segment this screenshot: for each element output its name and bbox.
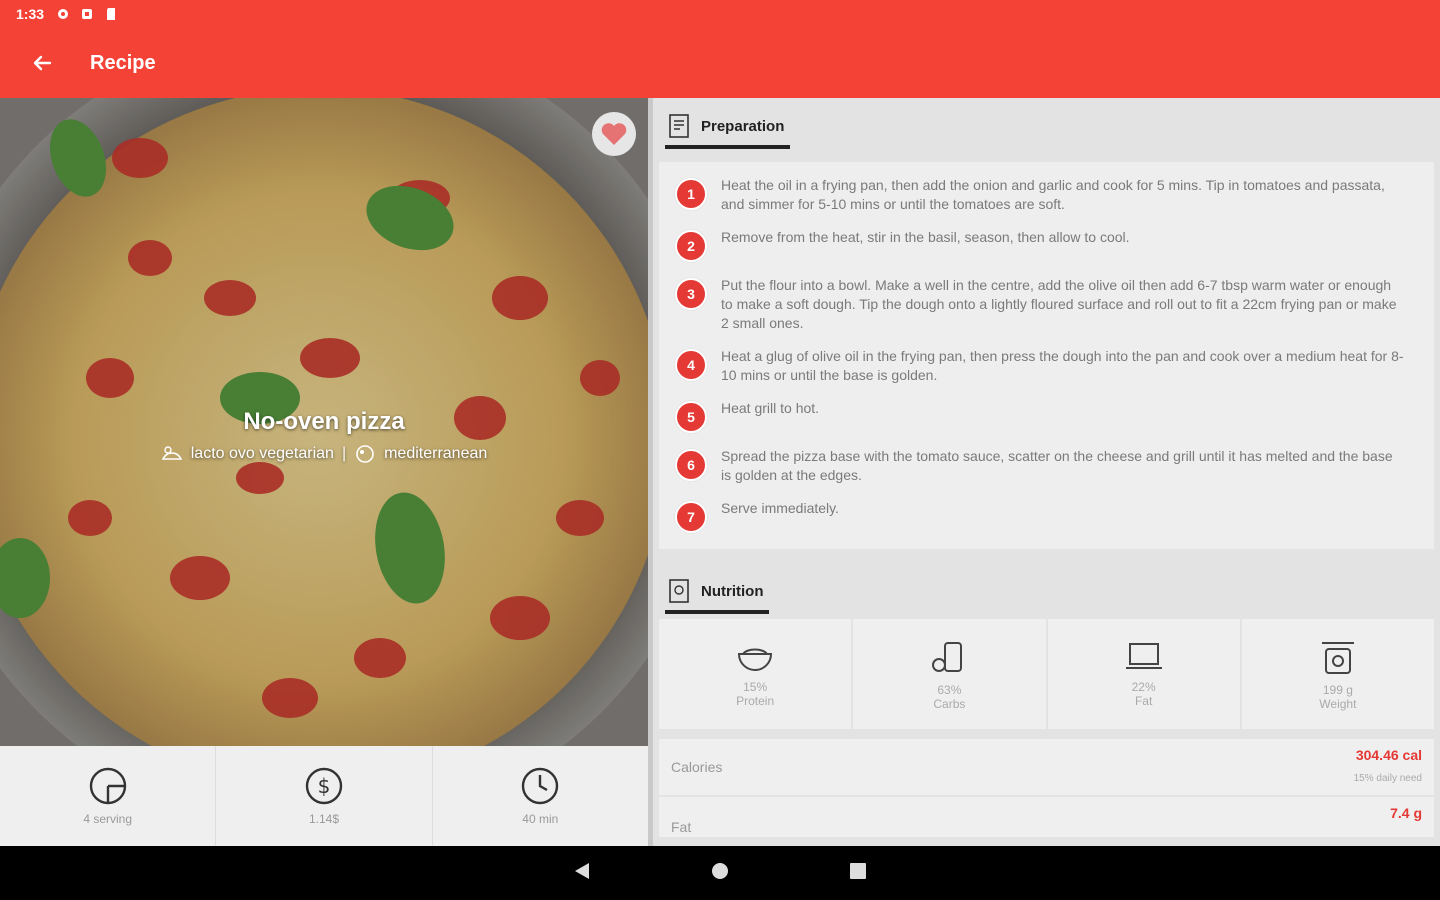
app-bar: Recipe	[0, 28, 1440, 98]
macro-carbs: 63% Carbs	[853, 619, 1046, 729]
preparation-header: Preparation	[653, 98, 1440, 154]
step-item: 3 Put the flour into a bowl. Make a well …	[675, 276, 1404, 333]
arrow-back-icon	[33, 55, 52, 71]
recipe-tags: lacto ovo vegetarian | mediterranean	[0, 444, 648, 464]
time-info: 40 min	[433, 746, 648, 846]
macro-value: 22%	[1131, 680, 1156, 694]
macro-label: Weight	[1319, 697, 1357, 711]
nav-back-button[interactable]	[573, 861, 591, 886]
macro-value: 15%	[743, 680, 768, 694]
step-text: Heat the oil in a frying pan, then add t…	[721, 177, 1385, 212]
settings-status-icon	[58, 9, 69, 19]
nav-home-button[interactable]	[711, 862, 729, 885]
dollar-icon: $	[305, 767, 343, 805]
step-text: Put the flour into a bowl. Make a well i…	[721, 277, 1397, 331]
back-button[interactable]	[22, 43, 62, 83]
time-value: 40 min	[522, 812, 559, 826]
page-title: Recipe	[90, 51, 156, 74]
nutrition-section: 15% Protein 63% Carbs 22% Fat 199 g Weig…	[659, 619, 1434, 837]
step-number: 3	[675, 278, 707, 310]
calories-daily: 15% daily need	[1353, 773, 1422, 784]
macro-weight: 199 g Weight	[1241, 619, 1434, 729]
macro-grid: 15% Protein 63% Carbs 22% Fat 199 g Weig…	[659, 619, 1434, 729]
macro-label: Protein	[736, 694, 775, 708]
preparation-steps: 1 Heat the oil in a frying pan, then add …	[659, 162, 1434, 549]
step-text: Heat a glug of olive oil in the frying p…	[721, 348, 1404, 383]
step-item: 6 Spread the pizza base with the tomato s…	[675, 447, 1404, 485]
pie-icon	[89, 767, 126, 805]
favorite-button[interactable]	[592, 112, 636, 156]
macro-fat: 22% Fat	[1047, 619, 1240, 729]
step-item: 4 Heat a glug of olive oil in the frying …	[675, 347, 1404, 385]
fat-label: Fat	[671, 819, 692, 835]
recipe-info-bar: 4 serving $ 1.14$ 40 min	[0, 746, 648, 846]
step-item: 1 Heat the oil in a frying pan, then add …	[675, 176, 1404, 214]
recents-square-icon	[850, 862, 866, 879]
step-item: 5 Heat grill to hot.	[675, 399, 1404, 433]
nutrition-book-icon	[669, 579, 689, 603]
protein-bowl-icon	[738, 648, 773, 671]
fat-icon	[1125, 643, 1162, 669]
status-bar: 1:33	[0, 0, 1440, 846]
svg-text:$: $	[318, 774, 331, 798]
fat-row: Fat 7.4 g	[659, 797, 1434, 837]
macro-label: Fat	[1134, 694, 1153, 708]
scale-icon	[1321, 642, 1354, 674]
fat-amount: 7.4 g	[1390, 805, 1422, 821]
step-item: 7 Serve immediately.	[675, 499, 1404, 533]
step-text: Serve immediately.	[721, 500, 840, 516]
macro-protein: 15% Protein	[659, 619, 852, 729]
diet-icon	[161, 446, 183, 460]
macro-value: 199 g	[1322, 683, 1353, 697]
recipe-detail-pane: Preparation 1 Heat the oil in a frying pa…	[653, 98, 1440, 846]
cost-value: 1.14$	[308, 812, 339, 826]
status-time: 1:33	[16, 6, 45, 22]
back-triangle-icon	[575, 862, 589, 879]
step-number: 1	[675, 178, 707, 210]
preparation-title: Preparation	[701, 117, 785, 135]
macro-value: 63%	[937, 683, 962, 697]
home-circle-icon	[712, 862, 728, 879]
carbs-jar-icon	[932, 642, 963, 672]
step-number: 7	[675, 501, 707, 533]
cuisine-icon	[356, 445, 374, 463]
system-nav-bar	[0, 846, 1440, 900]
step-text: Remove from the heat, stir in the basil,…	[721, 229, 1130, 245]
nutrition-header: Nutrition	[653, 563, 1440, 619]
recipe-image: No-oven pizza lacto ovo vegetarian | med…	[0, 98, 648, 746]
heart-icon	[601, 123, 627, 145]
servings-info: 4 serving	[0, 746, 217, 846]
nutrition-title: Nutrition	[701, 582, 764, 600]
step-number: 6	[675, 449, 707, 481]
step-number: 2	[675, 230, 707, 262]
nav-recents-button[interactable]	[849, 862, 867, 885]
step-number: 4	[675, 349, 707, 381]
recipe-name: No-oven pizza	[243, 408, 405, 435]
servings-value: 4 serving	[83, 812, 133, 826]
recipe-book-icon	[669, 114, 689, 138]
calories-row: Calories 304.46 cal 15% daily need	[659, 739, 1434, 795]
sdcard-status-icon	[107, 8, 116, 20]
clock-icon	[522, 767, 559, 805]
calories-label: Calories	[671, 759, 723, 775]
cost-info: $ 1.14$	[216, 746, 433, 846]
cuisine-label: mediterranean	[384, 445, 488, 462]
notification-status-icon	[82, 9, 93, 19]
step-item: 2 Remove from the heat, stir in the basil…	[675, 228, 1404, 262]
macro-label: Carbs	[933, 697, 966, 711]
step-number: 5	[675, 401, 707, 433]
step-text: Heat grill to hot.	[721, 400, 820, 416]
tag-separator: |	[341, 445, 347, 462]
step-text: Spread the pizza base with the tomato sa…	[721, 448, 1393, 483]
calories-amount: 304.46 cal	[1355, 747, 1422, 763]
diet-label: lacto ovo vegetarian	[190, 445, 334, 462]
